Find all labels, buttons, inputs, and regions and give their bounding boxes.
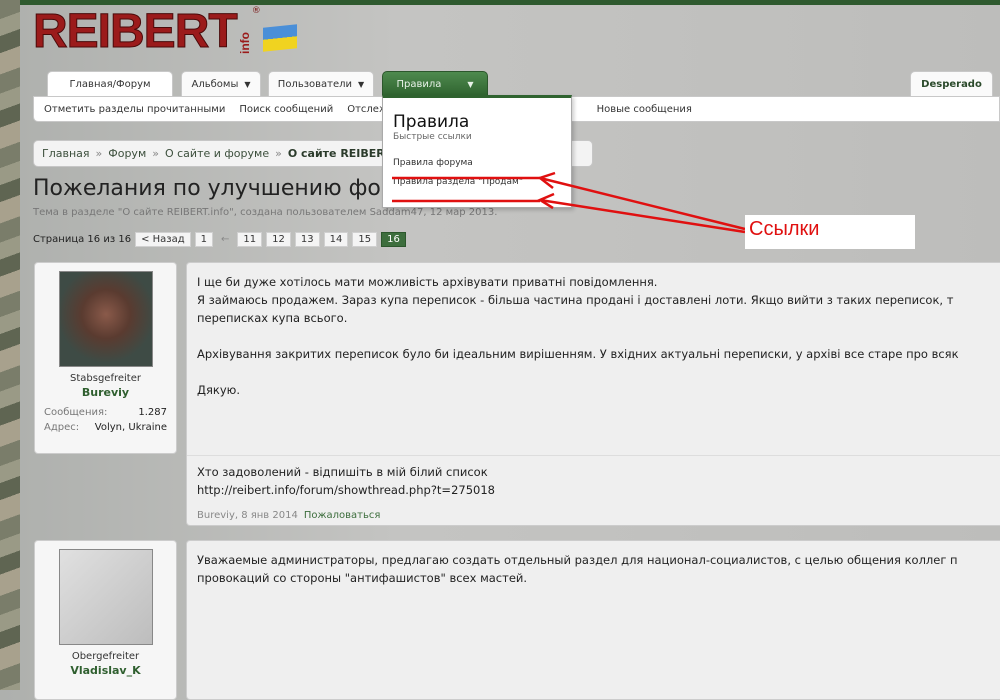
breadcrumb-about[interactable]: О сайте и форуме — [165, 147, 269, 160]
signature-line: Хто задоволений - відпишіть в мій білий … — [197, 465, 488, 479]
page-14[interactable]: 14 — [323, 232, 349, 247]
username-label: Desperado — [921, 78, 982, 90]
user-account-tab[interactable]: Desperado — [910, 71, 993, 96]
message-line: Архівування закритих переписок було би і… — [197, 347, 959, 361]
user-stat: Сообщения: 1.287 — [35, 407, 176, 418]
post-message: І ще би дуже хотілось мати можливість ар… — [186, 262, 1000, 526]
avatar[interactable] — [58, 549, 153, 645]
avatar[interactable] — [58, 271, 153, 367]
page-skip-arrow[interactable]: ← — [217, 234, 233, 245]
message-line: І ще би дуже хотілось мати можливість ар… — [197, 275, 658, 289]
post-meta: Bureviy, 8 янв 2014 Пожаловаться — [197, 507, 380, 525]
tab-rules[interactable]: Правила ▼ — [382, 71, 488, 96]
stat-value: Volyn, Ukraine — [94, 422, 167, 433]
prev-page-button[interactable]: < Назад — [135, 232, 191, 247]
page-12[interactable]: 12 — [266, 232, 291, 247]
logo-text: REIBERT — [33, 5, 239, 58]
breadcrumb-home[interactable]: Главная — [42, 147, 90, 160]
page-title: Пожелания по улучшению форума — [33, 176, 438, 201]
chevron-down-icon: ▼ — [358, 79, 365, 89]
forum-rules-link[interactable]: Правила форума — [393, 158, 571, 168]
breadcrumb-separator: » — [275, 147, 282, 160]
user-stat: Адрес: Volyn, Ukraine — [35, 422, 176, 433]
signature: Хто задоволений - відпишіть в мій білий … — [187, 455, 1000, 499]
breadcrumb-separator: » — [152, 147, 159, 160]
site-logo[interactable]: REIBERT info ® — [33, 5, 297, 58]
logo-suffix: info — [237, 32, 252, 54]
tab-users[interactable]: Пользователи ▼ — [268, 71, 374, 96]
rules-dropdown-menu: Правила Быстрые ссылки Правила форума Пр… — [382, 95, 572, 208]
pagination: Страница 16 из 16 < Назад 1 ← 11 12 13 1… — [33, 232, 406, 247]
page-11[interactable]: 11 — [237, 232, 263, 247]
message-line: переписках купа всього. — [197, 311, 348, 325]
thread-subtitle: Тема в разделе "О сайте REIBERT.info", с… — [33, 207, 498, 218]
username-link[interactable]: Vladislav_K — [35, 664, 176, 677]
page-1[interactable]: 1 — [194, 232, 214, 247]
page-count-label: Страница 16 из 16 — [33, 234, 132, 245]
message-line: Дякую. — [197, 383, 240, 397]
user-rank: Obergefreiter — [71, 651, 140, 662]
post-author-date[interactable]: Bureviy, 8 янв 2014 — [197, 510, 298, 521]
search-posts-link[interactable]: Поиск сообщений — [239, 104, 333, 115]
annotation-label: Ссылки — [745, 215, 915, 249]
message-line: Уважаемые администраторы, предлагаю созд… — [197, 553, 958, 567]
tab-label: Пользователи — [277, 78, 353, 90]
page-13[interactable]: 13 — [294, 232, 320, 247]
dropdown-title: Правила — [393, 112, 470, 132]
registered-mark: ® — [251, 6, 261, 16]
dropdown-subtitle: Быстрые ссылки — [393, 132, 472, 142]
post-message: Уважаемые администраторы, предлагаю созд… — [186, 540, 1000, 700]
mark-read-link[interactable]: Отметить разделы прочитанными — [44, 104, 225, 115]
page-16-current[interactable]: 16 — [381, 232, 406, 247]
ukraine-flag-icon — [262, 24, 297, 52]
post-author-panel: Stabsgefreiter Bureviy Сообщения: 1.287 А… — [34, 262, 177, 454]
tab-label: Правила — [396, 78, 442, 90]
chevron-down-icon: ▼ — [244, 79, 251, 89]
message-line: провокаций со стороны "антифашистов" все… — [197, 571, 528, 585]
chevron-down-icon: ▼ — [467, 79, 474, 89]
post-author-panel: Obergefreiter Vladislav_K — [34, 540, 177, 700]
tab-label: Главная/Форум — [69, 79, 151, 90]
tab-label: Альбомы — [191, 78, 239, 90]
report-link[interactable]: Пожаловаться — [304, 510, 381, 521]
stat-value: 1.287 — [138, 407, 167, 418]
stat-label: Сообщения: — [44, 407, 108, 418]
stat-label: Адрес: — [44, 422, 80, 433]
message-line: Я займаюсь продажем. Зараз купа переписо… — [197, 293, 954, 307]
username-link[interactable]: Bureviy — [35, 386, 176, 399]
new-posts-link[interactable]: Новые сообщения — [597, 104, 692, 115]
signature-link[interactable]: http://reibert.info/forum/showthread.php… — [197, 481, 1000, 499]
tab-home-forum[interactable]: Главная/Форум — [47, 71, 173, 97]
page-15[interactable]: 15 — [352, 232, 378, 247]
background-camo — [0, 0, 20, 690]
sell-section-rules-link[interactable]: Правила раздела "Продам" — [393, 177, 571, 187]
user-rank: Stabsgefreiter — [70, 373, 141, 384]
breadcrumb-forum[interactable]: Форум — [108, 147, 146, 160]
tab-albums[interactable]: Альбомы ▼ — [181, 71, 261, 96]
breadcrumb-separator: » — [95, 147, 103, 160]
